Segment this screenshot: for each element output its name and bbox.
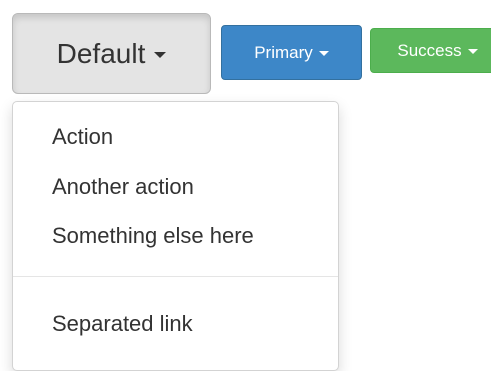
primary-button-label: Primary: [254, 42, 313, 62]
default-button-label: Default: [56, 37, 146, 69]
success-button-label: Success: [397, 40, 462, 60]
default-dropdown-button[interactable]: Default: [12, 13, 211, 94]
menu-item-separated-link[interactable]: Separated link: [52, 311, 193, 337]
menu-item-another-action[interactable]: Another action: [52, 174, 194, 200]
caret-down-icon: [467, 49, 478, 54]
menu-item-something-else[interactable]: Something else here: [52, 223, 254, 249]
menu-item-action[interactable]: Action: [52, 124, 113, 150]
dropdown-menu: Action Another action Something else her…: [12, 101, 339, 371]
success-dropdown-button[interactable]: Success: [370, 28, 491, 73]
menu-divider: [13, 276, 338, 277]
caret-down-icon: [318, 51, 329, 56]
primary-dropdown-button[interactable]: Primary: [221, 25, 362, 80]
caret-down-icon: [154, 51, 167, 58]
